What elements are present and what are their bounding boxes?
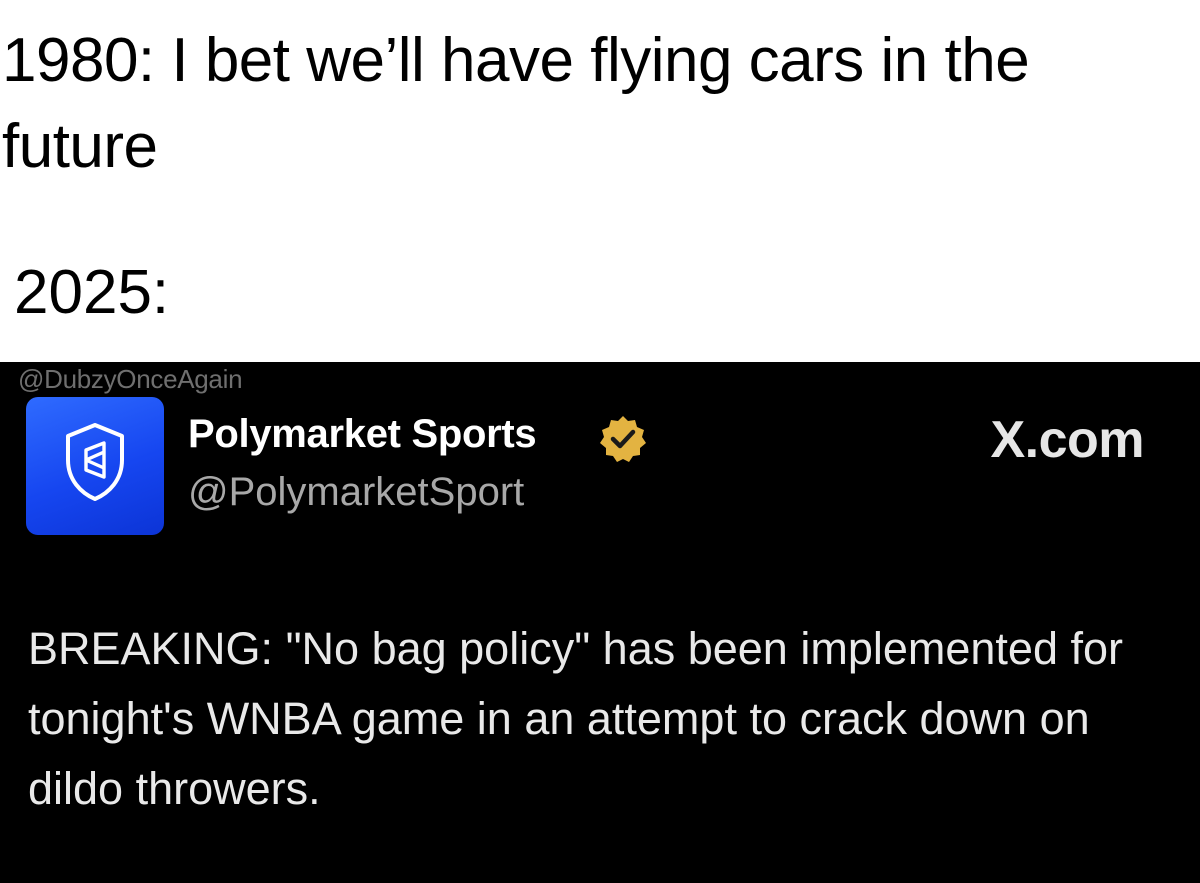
- site-label: X.com: [990, 411, 1144, 469]
- verified-badge-icon: [600, 416, 646, 462]
- caption-1980: 1980: I bet we’ll have flying cars in th…: [2, 26, 1030, 181]
- caption-2025: 2025:: [14, 258, 170, 327]
- avatar: [26, 397, 164, 535]
- tweet-card: @DubzyOnceAgain Polymarket Sports @Polym…: [0, 362, 1200, 883]
- meme-page: 1980: I bet we’ll have flying cars in th…: [0, 0, 1200, 883]
- author-handle[interactable]: @PolymarketSport: [188, 470, 524, 515]
- watermark: @DubzyOnceAgain: [18, 364, 243, 394]
- shield-logo-icon: [66, 423, 124, 501]
- author-name[interactable]: Polymarket Sports: [188, 412, 537, 457]
- tweet-text: BREAKING: "No bag policy" has been imple…: [28, 623, 1123, 814]
